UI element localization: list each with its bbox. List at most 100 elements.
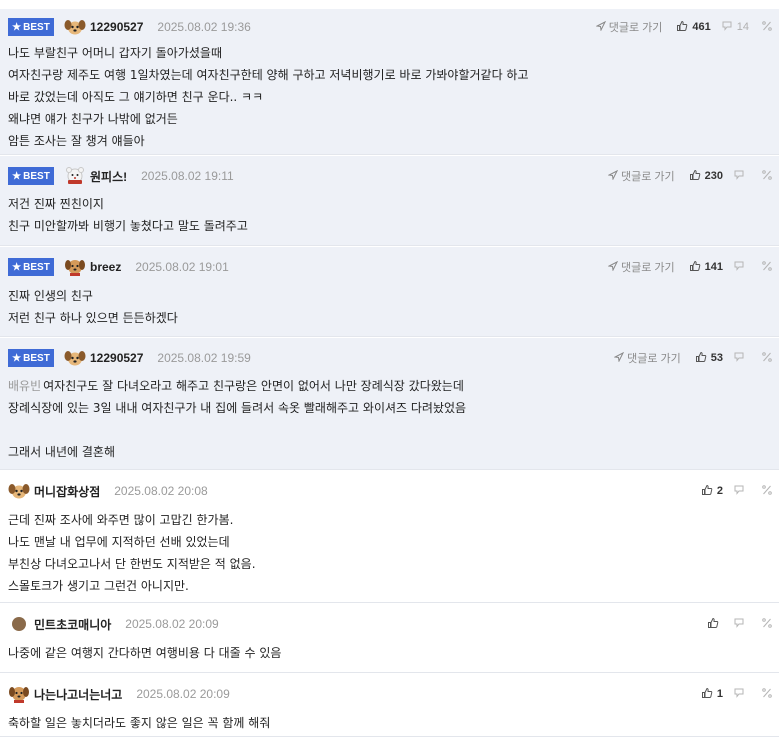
thumbs-up-icon	[701, 484, 717, 499]
link-icon	[761, 617, 773, 632]
comment-actions: 댓글로 가기 230	[607, 166, 773, 186]
like-button[interactable]: 1	[701, 687, 723, 702]
like-button[interactable]	[707, 617, 723, 632]
comment-line: 왜냐면 얘가 친구가 나밖에 없거든	[8, 112, 178, 126]
comment-header: ★ BEST 12290527 2025.08.02 19:59	[8, 348, 251, 368]
nickname[interactable]: 12290527	[90, 351, 143, 365]
best-badge: ★ BEST	[8, 258, 54, 276]
like-count: 141	[704, 261, 723, 273]
like-button[interactable]: 141	[689, 260, 723, 275]
comment-date: 2025.08.02 20:09	[125, 617, 219, 631]
nickname[interactable]: 나는나고너는너고	[34, 686, 122, 703]
nickname[interactable]: breez	[90, 260, 121, 274]
share-button[interactable]	[761, 20, 773, 35]
dislike-button[interactable]	[733, 617, 749, 632]
puppy-avatar[interactable]	[8, 684, 30, 704]
comment-bubble-icon	[733, 351, 749, 366]
comment-bubble-icon	[733, 260, 749, 275]
star-icon: ★	[12, 352, 22, 364]
share-button[interactable]	[761, 351, 773, 366]
comment-item: ★ BEST breez 2025.08.02 19:01 댓글로 가기 141 진짜 인생…	[0, 247, 779, 337]
comment-date: 2025.08.02 20:08	[114, 484, 208, 498]
dislike-button[interactable]: 14	[721, 20, 749, 35]
comment-item: ★ BEST 12290527 2025.08.02 19:36 댓글로 가기 461 14…	[0, 9, 779, 155]
comment-actions: 2	[701, 481, 773, 501]
comment-header: ★ BEST 원피스! 2025.08.02 19:11	[8, 166, 234, 186]
dislike-button[interactable]	[733, 687, 749, 702]
goto-comment-link[interactable]: 댓글로 가기	[613, 350, 681, 366]
thumbs-up-icon	[707, 617, 723, 632]
comment-line: 배유빈 여자친구도 잘 다녀오라고 해주고 친구랑은 안면이 없어서 나만 장례식…	[8, 379, 464, 393]
dog-avatar[interactable]	[8, 481, 30, 501]
comment-line: 진짜 인생의 친구	[8, 289, 93, 303]
link-icon	[761, 169, 773, 184]
comment-line: 스몰토크가 생기고 그런건 아니지만.	[8, 579, 189, 593]
dislike-button[interactable]	[733, 260, 749, 275]
dog-avatar[interactable]	[64, 348, 86, 368]
comment-line: 나도 맨날 내 업무에 지적하던 선배 있었는데	[8, 535, 230, 549]
like-button[interactable]: 230	[689, 169, 723, 184]
comment-body: 진짜 인생의 친구저런 친구 하나 있으면 든든하겠다	[8, 285, 178, 329]
star-icon: ★	[12, 170, 22, 182]
comment-bubble-icon	[733, 687, 749, 702]
comment-line: 저건 진짜 찐친이지	[8, 197, 104, 211]
mention[interactable]: 배유빈	[8, 379, 41, 393]
like-count: 53	[710, 352, 723, 364]
like-button[interactable]: 461	[676, 20, 711, 35]
comment-body: 축하할 일은 놓치더라도 좋지 않은 일은 꼭 함께 해줘	[8, 712, 270, 734]
comment-date: 2025.08.02 19:59	[157, 351, 251, 365]
comment-body: 근데 진짜 조사에 와주면 많이 고맙긴 한가봄. 나도 맨날 내 업무에 지적하…	[8, 509, 256, 597]
link-icon	[761, 20, 773, 35]
comment-line: 부친상 다녀오고나서 단 한번도 지적받은 적 없음.	[8, 557, 256, 571]
star-icon: ★	[12, 21, 22, 33]
comment-line: 장례식장에 있는 3일 내내 여자친구가 내 집에 들려서 속옷 빨래해주고 와…	[8, 401, 467, 415]
comment-actions: 1	[701, 684, 773, 704]
nickname[interactable]: 12290527	[90, 20, 143, 34]
share-button[interactable]	[761, 169, 773, 184]
comment-body: 나도 부랄친구 어머니 갑자기 돌아가셨을때 여자친구랑 제주도 여행 1일차였는…	[8, 42, 529, 152]
send-icon	[595, 20, 609, 34]
comment-list: ★ BEST 12290527 2025.08.02 19:36 댓글로 가기 461 14…	[0, 0, 779, 737]
comment-date: 2025.08.02 19:11	[141, 169, 234, 183]
thumbs-up-icon	[695, 351, 711, 366]
puppy-avatar[interactable]	[64, 257, 86, 277]
thumbs-up-icon	[701, 687, 717, 702]
share-button[interactable]	[761, 687, 773, 702]
dislike-button[interactable]	[733, 484, 749, 499]
comment-date: 2025.08.02 19:36	[157, 20, 251, 34]
share-button[interactable]	[761, 617, 773, 632]
comment-line: 근데 진짜 조사에 와주면 많이 고맙긴 한가봄.	[8, 513, 234, 527]
best-badge: ★ BEST	[8, 18, 54, 36]
comment-line: 저런 친구 하나 있으면 든든하겠다	[8, 311, 178, 325]
send-icon	[607, 169, 621, 183]
goto-comment-link[interactable]: 댓글로 가기	[595, 19, 662, 35]
comment-line: 나중에 같은 여행지 간다하면 여행비용 다 대줄 수 있음	[8, 646, 282, 660]
comment-actions: 댓글로 가기 141	[607, 257, 773, 277]
like-button[interactable]: 2	[701, 484, 723, 499]
comment-line: 축하할 일은 놓치더라도 좋지 않은 일은 꼭 함께 해줘	[8, 716, 271, 730]
like-count: 2	[716, 485, 723, 497]
nickname[interactable]: 민트초코매니아	[34, 616, 111, 633]
dislike-button[interactable]	[733, 351, 749, 366]
share-button[interactable]	[761, 260, 773, 275]
link-icon	[761, 260, 773, 275]
nickname[interactable]: 머니잡화상점	[34, 483, 100, 500]
best-badge: ★ BEST	[8, 167, 54, 185]
comment-actions: 댓글로 가기 53	[613, 348, 773, 368]
circle-avatar[interactable]	[8, 614, 30, 634]
comment-body: 배유빈 여자친구도 잘 다녀오라고 해주고 친구랑은 안면이 없어서 나만 장례식…	[8, 375, 466, 463]
comment-body: 나중에 같은 여행지 간다하면 여행비용 다 대줄 수 있음	[8, 642, 281, 664]
share-button[interactable]	[761, 484, 773, 499]
bear-avatar[interactable]	[64, 166, 86, 186]
best-badge: ★ BEST	[8, 349, 54, 367]
send-icon	[607, 260, 621, 274]
nickname[interactable]: 원피스!	[90, 168, 127, 185]
comment-line: 그래서 내년에 결혼해	[8, 445, 115, 459]
dog-avatar[interactable]	[64, 17, 86, 37]
dislike-button[interactable]	[733, 169, 749, 184]
goto-comment-link[interactable]: 댓글로 가기	[607, 259, 675, 275]
link-icon	[761, 351, 773, 366]
comment-line: 바로 갔었는데 아직도 그 얘기하면 친구 운다.. ㅋㅋ	[8, 90, 264, 104]
like-button[interactable]: 53	[695, 351, 723, 366]
goto-comment-link[interactable]: 댓글로 가기	[607, 168, 675, 184]
